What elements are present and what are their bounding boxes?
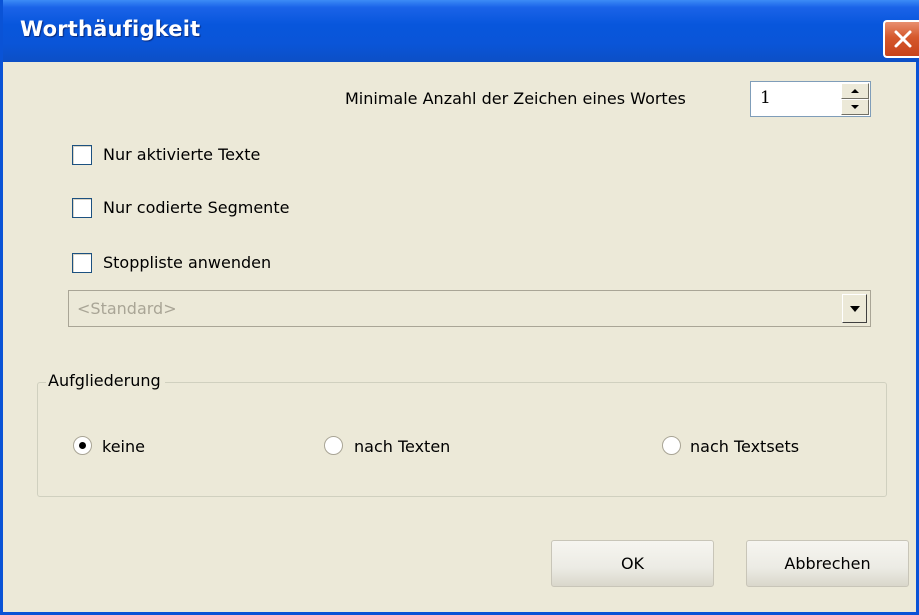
stoplist-dropdown[interactable]: <Standard>	[68, 290, 871, 327]
chevron-down-icon	[850, 306, 860, 312]
stoplist-dropdown-value: <Standard>	[77, 299, 177, 318]
checkbox-stoplist-label[interactable]: Stoppliste anwenden	[103, 253, 271, 272]
stoplist-dropdown-button[interactable]	[842, 294, 867, 323]
window-title: Worthäufigkeit	[20, 17, 201, 41]
spinner-buttons	[841, 83, 869, 115]
dialog-window: Worthäufigkeit Minimale Anzahl der Zeich…	[0, 0, 919, 615]
checkbox-stoplist[interactable]	[72, 253, 92, 273]
min-chars-spinner[interactable]: 1	[750, 81, 871, 117]
radio-selected-dot	[79, 442, 86, 449]
spinner-up-button[interactable]	[841, 83, 869, 99]
title-bar[interactable]: Worthäufigkeit	[3, 0, 919, 62]
radio-by-texts[interactable]	[324, 436, 343, 455]
close-icon	[894, 30, 912, 48]
arrow-down-icon	[851, 105, 859, 109]
min-chars-label: Minimale Anzahl der Zeichen eines Wortes	[345, 89, 686, 108]
radio-none-label[interactable]: keine	[102, 437, 145, 456]
checkbox-activated-texts-label[interactable]: Nur aktivierte Texte	[103, 145, 260, 164]
min-chars-value[interactable]: 1	[760, 88, 771, 108]
checkbox-coded-segments-label[interactable]: Nur codierte Segmente	[103, 198, 289, 217]
ok-button[interactable]: OK	[551, 540, 714, 587]
breakdown-legend: Aufgliederung	[46, 371, 165, 390]
radio-none[interactable]	[73, 436, 92, 455]
radio-by-textsets-label[interactable]: nach Textsets	[690, 437, 799, 456]
radio-by-textsets[interactable]	[662, 436, 681, 455]
checkbox-activated-texts[interactable]	[72, 145, 92, 165]
close-button[interactable]	[883, 20, 919, 58]
spinner-down-button[interactable]	[841, 99, 869, 115]
arrow-up-icon	[851, 89, 859, 93]
checkbox-coded-segments[interactable]	[72, 198, 92, 218]
radio-by-texts-label[interactable]: nach Texten	[354, 437, 450, 456]
cancel-button[interactable]: Abbrechen	[746, 540, 909, 587]
